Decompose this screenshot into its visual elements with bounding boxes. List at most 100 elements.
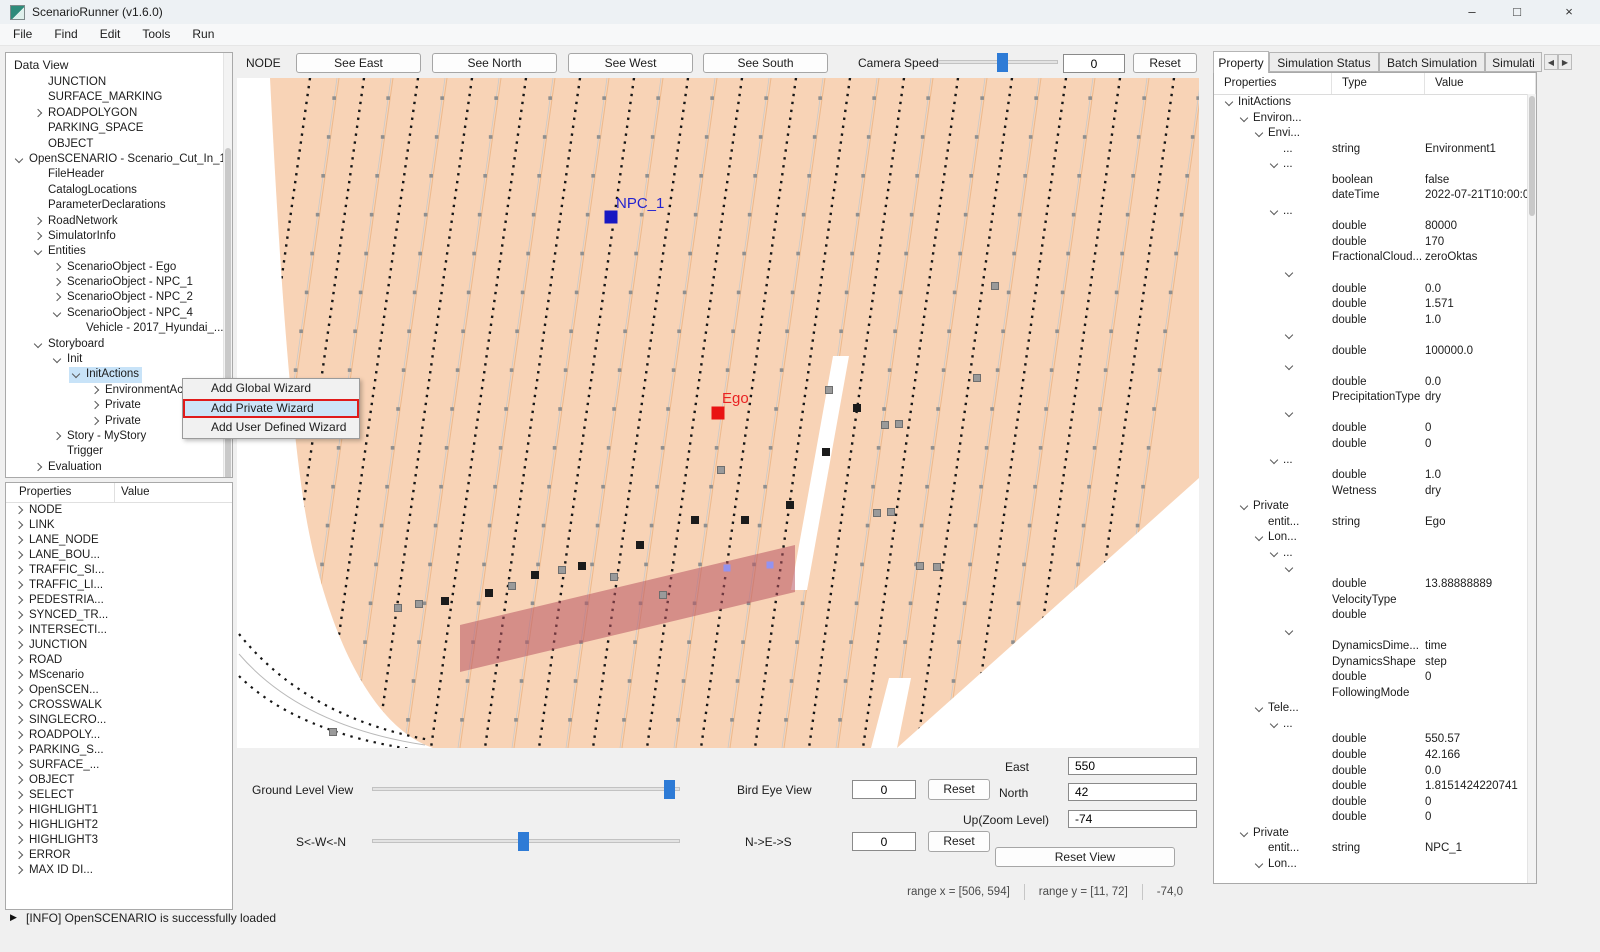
tree-item[interactable]: PARKING_SPACE: [6, 121, 232, 136]
property-row[interactable]: double1.0: [1214, 313, 1536, 329]
property-row[interactable]: FractionalCloud...zeroOktas: [1214, 250, 1536, 266]
see-south-button[interactable]: See South: [703, 53, 828, 73]
property-table-scrollbar[interactable]: [1527, 94, 1536, 883]
tree-item[interactable]: OBJECT: [6, 137, 232, 152]
map-property-row[interactable]: ROAD: [6, 653, 232, 668]
property-row[interactable]: [1214, 266, 1536, 282]
tree-item[interactable]: RoadNetwork: [6, 214, 232, 229]
swn-slider-handle[interactable]: [518, 832, 529, 851]
property-row[interactable]: double0: [1214, 670, 1536, 686]
tab-batch-simulation[interactable]: Batch Simulation: [1379, 52, 1485, 72]
property-row[interactable]: double1.571: [1214, 297, 1536, 313]
expand-log-icon[interactable]: ▶: [10, 912, 17, 923]
map-property-row[interactable]: LANE_BOU...: [6, 548, 232, 563]
property-row[interactable]: ...: [1214, 717, 1536, 733]
npc_1-marker[interactable]: [605, 211, 618, 224]
property-row[interactable]: [1214, 359, 1536, 375]
property-row[interactable]: [1214, 624, 1536, 640]
tree-item[interactable]: ROADPOLYGON: [6, 106, 232, 121]
property-row[interactable]: Private: [1214, 826, 1536, 842]
property-row[interactable]: double100000.0: [1214, 344, 1536, 360]
scenario-map-canvas[interactable]: NPC_1Ego: [237, 78, 1199, 748]
property-row[interactable]: Private: [1214, 499, 1536, 515]
property-row[interactable]: Lon...: [1214, 857, 1536, 873]
property-row[interactable]: Lon...: [1214, 530, 1536, 546]
up-zoom-level-input[interactable]: [1068, 810, 1197, 828]
map-property-row[interactable]: SINGLECRO...: [6, 713, 232, 728]
tree-item[interactable]: ScenarioObject - NPC_2: [6, 290, 232, 305]
map-property-row[interactable]: TRAFFIC_SI...: [6, 563, 232, 578]
tree-item[interactable]: Evaluation: [6, 460, 232, 475]
property-row[interactable]: entit...stringNPC_1: [1214, 841, 1536, 857]
map-property-row[interactable]: SELECT: [6, 788, 232, 803]
nes-reset-button[interactable]: Reset: [928, 831, 990, 852]
map-property-row[interactable]: SURFACE_...: [6, 758, 232, 773]
tree-item[interactable]: ScenarioObject - NPC_4: [6, 306, 232, 321]
tree-item[interactable]: Trigger: [6, 444, 232, 459]
camera-speed-input[interactable]: [1063, 54, 1125, 73]
property-row[interactable]: double550.57: [1214, 732, 1536, 748]
ground-level-slider-track[interactable]: [372, 787, 680, 791]
see-west-button[interactable]: See West: [568, 53, 693, 73]
see-east-button[interactable]: See East: [296, 53, 421, 73]
tab-simulati[interactable]: Simulati: [1485, 52, 1542, 72]
tree-item[interactable]: ScenarioObject - Ego: [6, 260, 232, 275]
property-row[interactable]: double0: [1214, 421, 1536, 437]
property-row[interactable]: double80000: [1214, 219, 1536, 235]
property-row[interactable]: entit...stringEgo: [1214, 515, 1536, 531]
property-row[interactable]: ...: [1214, 204, 1536, 220]
see-north-button[interactable]: See North: [432, 53, 557, 73]
tree-item[interactable]: FileHeader: [6, 167, 232, 182]
tab-scroll-right-icon[interactable]: ▶: [1558, 54, 1572, 70]
property-row[interactable]: booleanfalse: [1214, 173, 1536, 189]
property-row[interactable]: InitActions: [1214, 95, 1536, 111]
map-property-row[interactable]: MScenario: [6, 668, 232, 683]
tab-simulation-status[interactable]: Simulation Status: [1269, 52, 1379, 72]
tree-item[interactable]: OpenSCENARIO - Scenario_Cut_In_1: [6, 152, 232, 167]
property-row[interactable]: FollowingMode: [1214, 686, 1536, 702]
reset-view-button[interactable]: Reset View: [995, 847, 1175, 867]
context-menu-item[interactable]: Add Global Wizard: [183, 379, 359, 399]
property-row[interactable]: double: [1214, 608, 1536, 624]
property-row[interactable]: ...: [1214, 546, 1536, 562]
menu-tools[interactable]: Tools: [131, 24, 181, 45]
property-row[interactable]: ...: [1214, 157, 1536, 173]
property-row[interactable]: [1214, 406, 1536, 422]
property-row[interactable]: double13.88888889: [1214, 577, 1536, 593]
menu-edit[interactable]: Edit: [89, 24, 132, 45]
tree-item[interactable]: Init: [6, 352, 232, 367]
property-row[interactable]: Wetnessdry: [1214, 484, 1536, 500]
context-menu-item[interactable]: Add Private Wizard: [183, 399, 359, 419]
property-row[interactable]: ...: [1214, 453, 1536, 469]
menu-find[interactable]: Find: [43, 24, 88, 45]
east-input[interactable]: [1068, 757, 1197, 775]
property-row[interactable]: dateTime2022-07-21T10:00:00: [1214, 188, 1536, 204]
property-row[interactable]: double1.0: [1214, 468, 1536, 484]
tree-item[interactable]: SimulatorInfo: [6, 229, 232, 244]
map-property-row[interactable]: ERROR: [6, 848, 232, 863]
tree-item[interactable]: SURFACE_MARKING: [6, 90, 232, 105]
property-row[interactable]: double170: [1214, 235, 1536, 251]
property-row[interactable]: double0.0: [1214, 375, 1536, 391]
map-property-row[interactable]: LINK: [6, 518, 232, 533]
close-button[interactable]: ×: [1552, 0, 1586, 24]
map-property-row[interactable]: INTERSECTI...: [6, 623, 232, 638]
property-row[interactable]: double1.8151424220741: [1214, 779, 1536, 795]
property-row[interactable]: Environ...: [1214, 111, 1536, 127]
property-row[interactable]: Tele...: [1214, 701, 1536, 717]
nes-input[interactable]: [852, 832, 916, 851]
bird-eye-view-input[interactable]: [852, 780, 916, 799]
map-property-row[interactable]: NODE: [6, 503, 232, 518]
map-property-row[interactable]: OBJECT: [6, 773, 232, 788]
maximize-button[interactable]: □: [1500, 0, 1534, 24]
property-row[interactable]: Envi...: [1214, 126, 1536, 142]
property-row[interactable]: double0: [1214, 810, 1536, 826]
ego-marker[interactable]: [712, 407, 725, 420]
menu-run[interactable]: Run: [181, 24, 225, 45]
property-row[interactable]: [1214, 561, 1536, 577]
map-property-row[interactable]: TRAFFIC_LI...: [6, 578, 232, 593]
tree-item[interactable]: Vehicle - 2017_Hyundai_...: [6, 321, 232, 336]
map-property-row[interactable]: JUNCTION: [6, 638, 232, 653]
map-property-row[interactable]: ROADPOLY...: [6, 728, 232, 743]
property-row[interactable]: double42.166: [1214, 748, 1536, 764]
